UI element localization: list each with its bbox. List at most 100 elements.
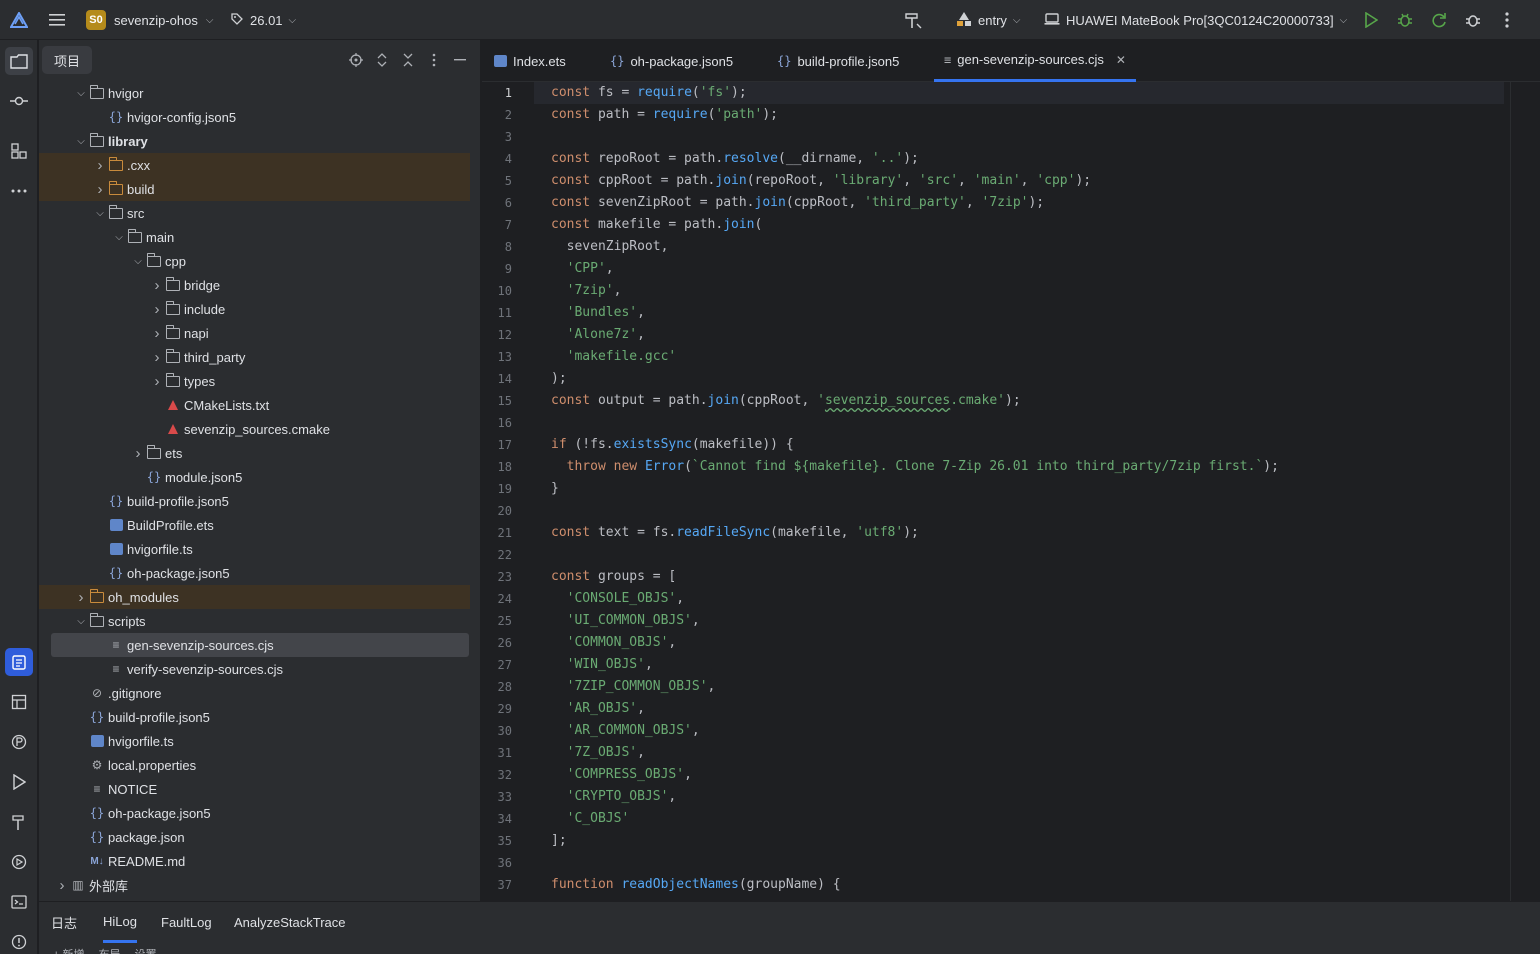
- code-line[interactable]: 'CONSOLE_OBJS',: [551, 588, 684, 610]
- problems-icon[interactable]: [5, 928, 33, 954]
- chevron-right-icon[interactable]: ›: [131, 445, 145, 462]
- code-line[interactable]: 'Alone7z',: [551, 324, 645, 346]
- tree-row[interactable]: ⌵ main: [39, 225, 470, 249]
- tree-row[interactable]: ⊘ .gitignore: [39, 681, 470, 705]
- chevron-down-icon[interactable]: ⌵: [74, 136, 88, 147]
- tree-row[interactable]: hvigorfile.ts: [39, 729, 470, 753]
- project-switcher[interactable]: S0 sevenzip-ohos ⌵: [86, 9, 213, 31]
- code-line[interactable]: 'CPP',: [551, 258, 614, 280]
- settings-button[interactable]: 设置: [134, 946, 156, 954]
- more-vertical-icon[interactable]: [1496, 9, 1518, 31]
- tree-row[interactable]: › napi: [39, 321, 470, 345]
- code-line[interactable]: sevenZipRoot,: [551, 236, 669, 258]
- tab-build-profile-json5[interactable]: {} build-profile.json5: [777, 40, 899, 82]
- code-line[interactable]: '7zip',: [551, 280, 622, 302]
- close-tab-icon[interactable]: ✕: [1116, 53, 1126, 67]
- code-line[interactable]: const path = require('path');: [551, 104, 778, 126]
- services-icon[interactable]: [5, 848, 33, 876]
- chevron-down-icon[interactable]: ⌵: [74, 616, 88, 627]
- more-horizontal-icon[interactable]: [5, 177, 33, 205]
- chevron-right-icon[interactable]: ›: [93, 181, 107, 198]
- chevron-right-icon[interactable]: ›: [150, 325, 164, 342]
- chevron-down-icon[interactable]: ⌵: [131, 256, 145, 267]
- tab-gen-sevenzip-sources[interactable]: ≡ gen-sevenzip-sources.cjs ✕: [934, 40, 1136, 82]
- tree-row[interactable]: {} build-profile.json5: [39, 489, 470, 513]
- tree-row[interactable]: › ▥ 外部库: [39, 873, 470, 897]
- tree-row[interactable]: › oh_modules: [39, 585, 470, 609]
- code-line[interactable]: );: [551, 368, 567, 390]
- build-panel-icon[interactable]: [5, 808, 33, 836]
- tree-row[interactable]: ⌵ src: [39, 201, 470, 225]
- code-line[interactable]: 'UI_COMMON_OBJS',: [551, 610, 700, 632]
- tree-row[interactable]: M↓ README.md: [39, 849, 470, 873]
- structure-icon[interactable]: [5, 137, 33, 165]
- layout-button[interactable]: 布局: [98, 946, 120, 954]
- tab-index-ets[interactable]: Index.ets: [494, 40, 566, 82]
- tree-row[interactable]: ⌵ hvigor: [39, 81, 470, 105]
- profiler-icon[interactable]: [1462, 9, 1484, 31]
- code-line[interactable]: '7ZIP_COMMON_OBJS',: [551, 676, 716, 698]
- tab-oh-package-json5[interactable]: {} oh-package.json5: [610, 40, 733, 82]
- code-line[interactable]: 'makefile.gcc': [551, 346, 677, 368]
- code-line[interactable]: 'COMPRESS_OBJS',: [551, 764, 692, 786]
- code-line[interactable]: const repoRoot = path.resolve(__dirname,…: [551, 148, 919, 170]
- code-line[interactable]: const makefile = path.join(: [551, 214, 762, 236]
- collapse-all-icon[interactable]: [399, 51, 417, 69]
- code-line[interactable]: 'WIN_OBJS',: [551, 654, 653, 676]
- tree-row[interactable]: {} hvigor-config.json5: [39, 105, 470, 129]
- hammer-build-icon[interactable]: [902, 9, 924, 31]
- add-button[interactable]: + 新增: [53, 946, 84, 954]
- tab-log[interactable]: 日志: [51, 902, 77, 943]
- tab-hilog[interactable]: HiLog: [103, 902, 137, 943]
- tree-row[interactable]: ⌵ scripts: [39, 609, 470, 633]
- chevron-right-icon[interactable]: ›: [55, 877, 69, 894]
- tree-row[interactable]: CMakeLists.txt: [39, 393, 470, 417]
- chevron-right-icon[interactable]: ›: [93, 157, 107, 174]
- profiler-p-icon[interactable]: [5, 728, 33, 756]
- tree-row[interactable]: sevenzip_sources.cmake: [39, 417, 470, 441]
- chevron-right-icon[interactable]: ›: [150, 301, 164, 318]
- run-icon[interactable]: [1360, 9, 1382, 31]
- tree-row[interactable]: ⚙ local.properties: [39, 753, 470, 777]
- tab-analyze-stack-trace[interactable]: AnalyzeStackTrace: [234, 902, 346, 943]
- code-line[interactable]: const groups = [: [551, 566, 676, 588]
- terminal-icon[interactable]: [5, 888, 33, 916]
- tree-row[interactable]: › ets: [39, 441, 470, 465]
- code-line[interactable]: }: [551, 478, 559, 500]
- tree-row[interactable]: › third_party: [39, 345, 470, 369]
- code-line[interactable]: if (!fs.existsSync(makefile)) {: [551, 434, 794, 456]
- chevron-down-icon[interactable]: ⌵: [112, 232, 126, 243]
- code-line[interactable]: const text = fs.readFileSync(makefile, '…: [551, 522, 919, 544]
- tree-row[interactable]: {} module.json5: [39, 465, 470, 489]
- log-icon[interactable]: [5, 648, 33, 676]
- chevron-right-icon[interactable]: ›: [150, 349, 164, 366]
- code-line[interactable]: 'AR_COMMON_OBJS',: [551, 720, 700, 742]
- chevron-right-icon[interactable]: ›: [74, 589, 88, 606]
- tree-row[interactable]: › .cxx: [39, 153, 470, 177]
- panel-options-icon[interactable]: [425, 51, 443, 69]
- tree-row[interactable]: › build: [39, 177, 470, 201]
- project-view-icon[interactable]: [5, 47, 33, 75]
- version-switcher[interactable]: 26.01 ⌵: [230, 9, 296, 31]
- locate-file-icon[interactable]: [347, 51, 365, 69]
- code-line[interactable]: 'Bundles',: [551, 302, 645, 324]
- commit-icon[interactable]: [5, 87, 33, 115]
- code-line[interactable]: 'AR_OBJS',: [551, 698, 645, 720]
- tree-row[interactable]: › bridge: [39, 273, 470, 297]
- code-line[interactable]: 'COMMON_OBJS',: [551, 632, 677, 654]
- tree-row[interactable]: {} oh-package.json5: [39, 801, 470, 825]
- device-switcher[interactable]: HUAWEI MateBook Pro[3QC0124C20000733] ⌵: [1044, 9, 1347, 31]
- code-line[interactable]: throw new Error(`Cannot find ${makefile}…: [551, 456, 1279, 478]
- debug-bug-icon[interactable]: [1394, 9, 1416, 31]
- devstudio-logo-icon[interactable]: [8, 9, 30, 31]
- chevron-down-icon[interactable]: ⌵: [93, 208, 107, 219]
- tree-row[interactable]: ≡ NOTICE: [39, 777, 470, 801]
- code-line[interactable]: const output = path.join(cppRoot, 'seven…: [551, 390, 1021, 412]
- project-panel-title[interactable]: 项目: [42, 46, 93, 74]
- run-panel-icon[interactable]: [5, 768, 33, 796]
- code-line[interactable]: const fs = require('fs');: [551, 82, 747, 104]
- tree-row[interactable]: ≡ verify-sevenzip-sources.cjs: [39, 657, 470, 681]
- code-line[interactable]: 'C_OBJS': [551, 808, 630, 830]
- code-line[interactable]: const sevenZipRoot = path.join(cppRoot, …: [551, 192, 1044, 214]
- module-switcher[interactable]: entry ⌵: [956, 9, 1021, 31]
